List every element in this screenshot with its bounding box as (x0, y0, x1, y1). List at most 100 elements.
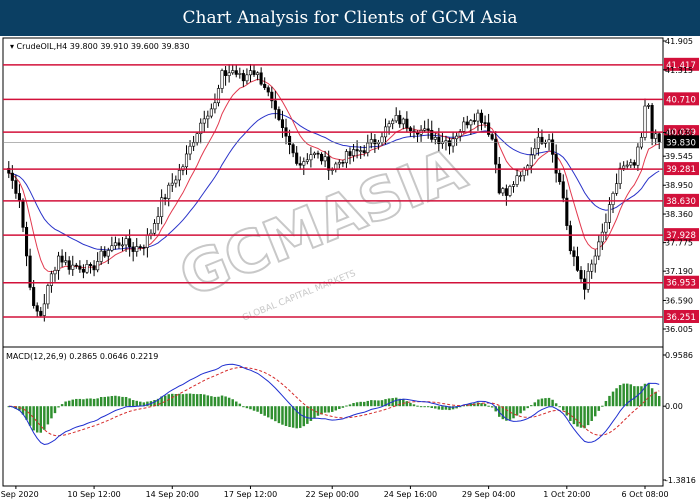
macd-hist-bar (515, 406, 519, 416)
macd-hist-bar (579, 406, 583, 428)
macd-hist-bar (32, 406, 35, 431)
macd-hist-bar (615, 388, 618, 407)
candle-body (92, 265, 96, 271)
macd-hist-bar (50, 406, 53, 419)
candle-body (227, 72, 231, 76)
macd-hist-bar (629, 384, 633, 407)
macd-hist-bar (171, 393, 174, 407)
macd-hist-bar (60, 404, 64, 407)
candle-body (209, 108, 213, 117)
candle-body (622, 165, 626, 169)
macd-hist-bar (490, 406, 494, 408)
candle-body (10, 172, 14, 181)
macd-hist-bar (178, 393, 181, 407)
candle-body (462, 121, 466, 132)
price-tick-label: 39.545 (665, 152, 693, 161)
candle-body (536, 136, 540, 149)
candle-body (184, 153, 189, 168)
macd-hist-bar (572, 406, 576, 425)
macd-hist-bar (82, 399, 85, 407)
candle-body (277, 109, 281, 120)
macd-hist-bar (121, 396, 124, 407)
macd-hist-bar (373, 400, 377, 407)
candle-body (391, 120, 395, 125)
candle-body (348, 151, 352, 156)
macd-hist-bar (558, 406, 561, 408)
macd-hist-bar (330, 406, 334, 412)
macd-hist-bar (206, 395, 210, 407)
macd-hist-bar (96, 398, 99, 407)
macd-hist-bar (601, 405, 604, 407)
candle-body (263, 83, 267, 88)
candle-body (60, 255, 64, 263)
candle-body (74, 264, 78, 267)
candle-body (46, 285, 50, 305)
macd-tick-label: 0.00 (665, 402, 683, 411)
macd-hist-bar (348, 404, 352, 407)
macd-hist-bar (437, 406, 441, 410)
macd-hist-bar (256, 406, 259, 412)
macd-hist-bar (640, 386, 643, 407)
candle-body (224, 70, 228, 76)
macd-hist-bar (43, 406, 46, 430)
macd-hist-bar (512, 406, 515, 419)
macd-hist-bar (608, 395, 611, 407)
macd-hist-bar (309, 406, 313, 421)
macd-hist-bar (131, 400, 135, 407)
candle-body (206, 115, 210, 120)
macd-hist-bar (295, 406, 298, 429)
candle-body (135, 246, 139, 252)
candle-body (394, 115, 398, 122)
macd-hist-bar (85, 398, 89, 407)
macd-hist-bar (128, 398, 131, 407)
macd-hist-bar (124, 396, 128, 407)
candle-body (266, 87, 270, 93)
macd-hist-bar (224, 396, 227, 407)
current-price-label: 39.830 (666, 138, 696, 148)
candle-body (298, 163, 302, 166)
macd-hist-bar (28, 406, 32, 426)
macd-hist-bar (220, 395, 224, 407)
candle-body (600, 231, 604, 243)
macd-hist-bar (210, 396, 213, 407)
candle-body (654, 133, 658, 139)
candle-body (476, 112, 480, 122)
macd-panel (2, 346, 664, 487)
candle-body (483, 122, 487, 124)
macd-hist-bar (242, 406, 245, 408)
macd-hist-bar (281, 406, 284, 425)
time-label: 10 Sep 12:00 (67, 490, 120, 499)
macd-hist-bar (419, 406, 423, 408)
macd-hist-bar (245, 406, 249, 409)
candle-body (273, 100, 277, 110)
time-label: 29 Sep 04:00 (462, 490, 515, 499)
macd-tick-label: -1.3816 (665, 476, 696, 485)
macd-label: MACD(12,26,9) 0.2865 0.0646 0.2219 (6, 352, 158, 361)
candle-body (511, 184, 516, 187)
candle-body (81, 268, 85, 273)
candle-body (21, 199, 25, 228)
time-label: 14 Sep 20:00 (146, 490, 199, 499)
price-tick-label: 37.775 (665, 239, 693, 248)
macd-hist-bar (409, 402, 412, 407)
candle-body (625, 164, 629, 167)
candle-body (17, 193, 21, 201)
candle-body (433, 137, 437, 140)
candle-body (359, 150, 363, 152)
macd-hist-bar (277, 406, 281, 424)
macd-hist-bar (238, 403, 242, 407)
price-tick-label: 41.905 (665, 37, 693, 46)
candle-body (67, 260, 71, 270)
candle-body (575, 256, 580, 271)
candle-body (352, 149, 356, 156)
macd-hist-bar (114, 395, 117, 407)
level-label: 38.630 (666, 197, 696, 207)
time-label: 17 Sep 12:00 (224, 490, 277, 499)
macd-hist-bar (341, 406, 345, 408)
candle-body (56, 255, 61, 271)
candle-body (195, 133, 199, 144)
candle-body (305, 159, 309, 162)
macd-hist-bar (78, 398, 82, 407)
candle-body (355, 149, 359, 152)
macd-hist-bar (377, 400, 380, 407)
